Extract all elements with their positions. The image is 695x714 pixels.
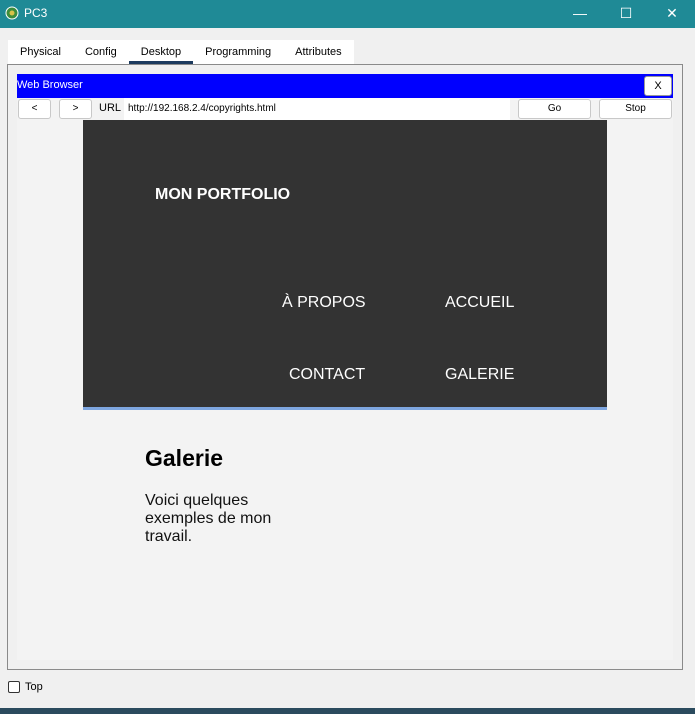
web-page: MON PORTFOLIO À PROPOS ACCUEIL CONTACT G… [17, 120, 673, 660]
stop-button[interactable]: Stop [599, 99, 672, 119]
forward-button[interactable]: > [59, 99, 92, 119]
tab-programming[interactable]: Programming [193, 40, 283, 64]
back-button[interactable]: < [18, 99, 51, 119]
page-text: Voici quelques exemples de mon travail. [145, 492, 272, 545]
page-header: MON PORTFOLIO À PROPOS ACCUEIL CONTACT G… [83, 120, 607, 410]
tab-config[interactable]: Config [73, 40, 129, 64]
maximize-button[interactable]: ☐ [603, 0, 649, 28]
url-input[interactable] [124, 98, 510, 120]
maximize-icon: ☐ [619, 5, 633, 21]
footer: Top [8, 679, 43, 695]
browser-close-button[interactable]: X [644, 76, 672, 96]
bottom-divider [0, 708, 695, 714]
pc-icon [5, 6, 19, 20]
close-button[interactable]: ✕ [649, 0, 695, 28]
browser-titlebar: Web Browser X [17, 74, 673, 98]
web-browser: Web Browser X < > URL Go Stop MON PORTFO… [17, 74, 673, 660]
tab-physical[interactable]: Physical [8, 40, 73, 64]
nav-link-accueil[interactable]: ACCUEIL [445, 294, 514, 312]
nav-link-apropos[interactable]: À PROPOS [282, 294, 366, 312]
desktop-panel: Web Browser X < > URL Go Stop MON PORTFO… [7, 64, 683, 670]
top-checkbox[interactable] [8, 681, 20, 693]
url-label: URL [99, 102, 122, 114]
close-icon: ✕ [666, 5, 678, 21]
minimize-button[interactable]: — [557, 0, 603, 28]
tab-desktop[interactable]: Desktop [128, 40, 194, 64]
window-title: PC3 [24, 6, 48, 20]
tab-attributes[interactable]: Attributes [283, 40, 353, 64]
go-button[interactable]: Go [518, 99, 591, 119]
nav-link-galerie[interactable]: GALERIE [445, 366, 514, 384]
browser-toolbar: < > URL Go Stop [17, 98, 673, 120]
browser-title: Web Browser [17, 79, 83, 91]
nav-link-contact[interactable]: CONTACT [289, 366, 365, 384]
minimize-icon: — [573, 5, 587, 21]
page-title: Galerie [145, 445, 223, 471]
window-titlebar: PC3 — ☐ ✕ [0, 0, 695, 28]
top-checkbox-label: Top [25, 681, 43, 693]
site-brand[interactable]: MON PORTFOLIO [155, 186, 290, 204]
tab-bar: Physical Config Desktop Programming Attr… [8, 40, 354, 64]
window-body: Physical Config Desktop Programming Attr… [0, 28, 695, 714]
